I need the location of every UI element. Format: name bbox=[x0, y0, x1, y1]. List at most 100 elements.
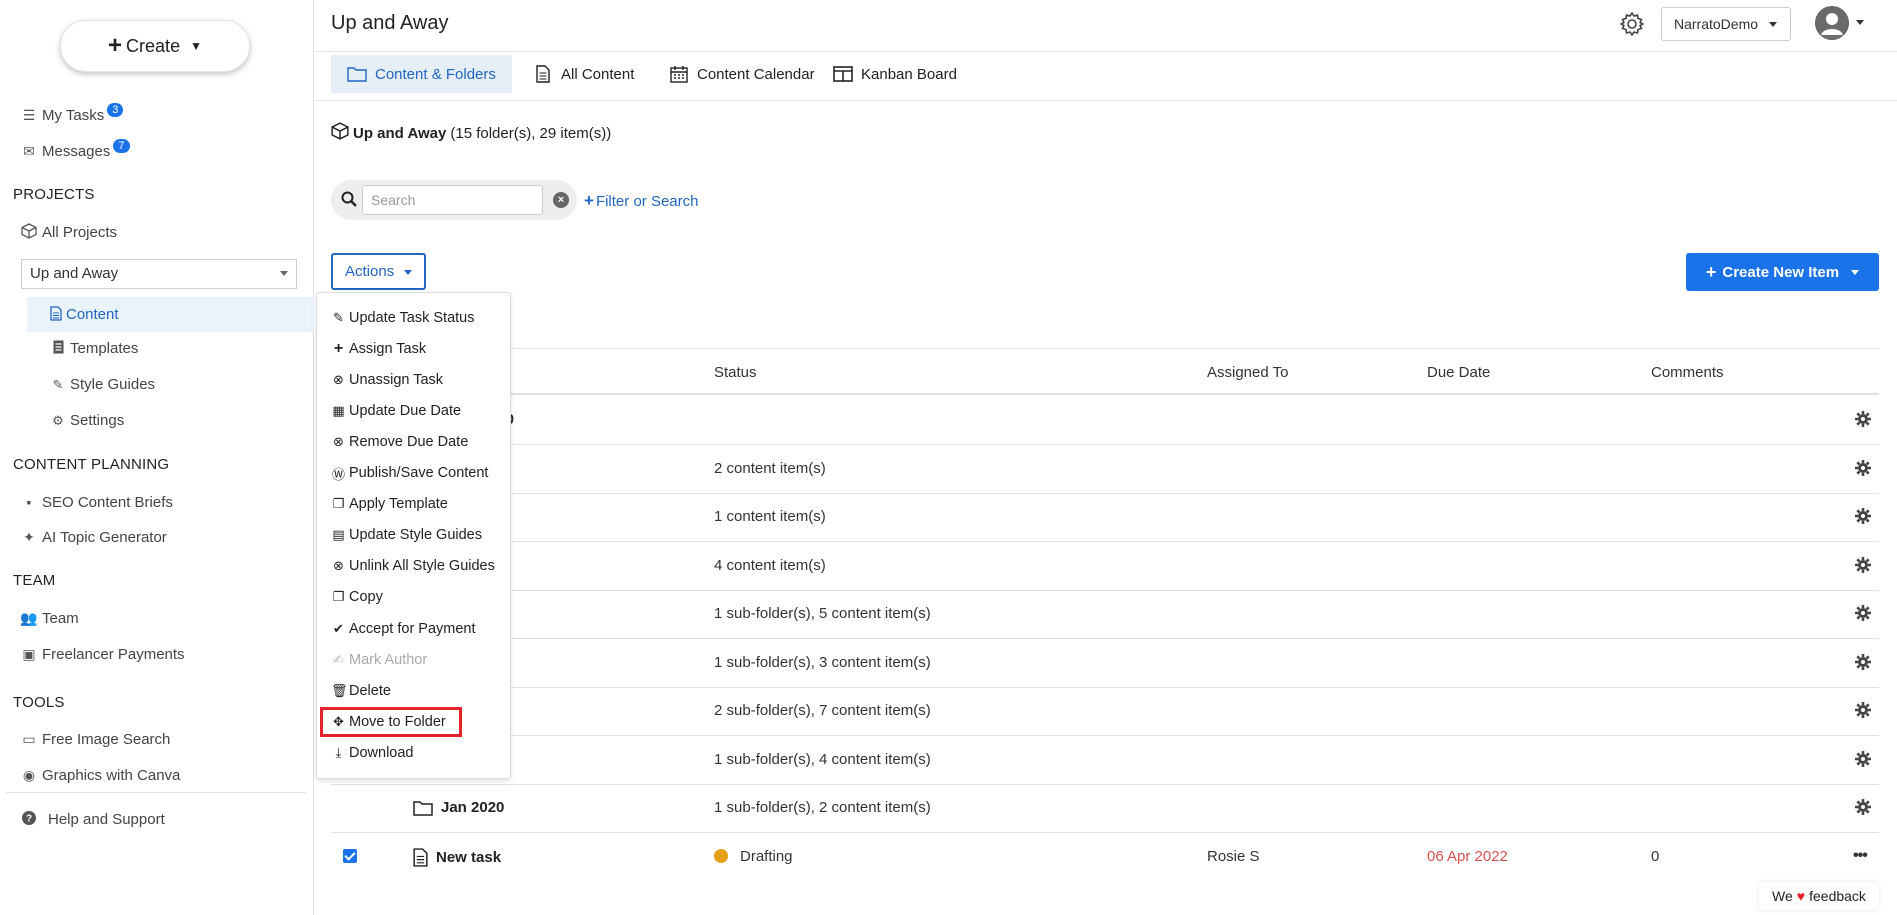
menu-item-publish-save[interactable]: Ⓦ Publish/Save Content bbox=[331, 463, 488, 483]
gear-icon[interactable] bbox=[1855, 799, 1871, 815]
menu-item-apply-template[interactable]: ❐ Apply Template bbox=[331, 494, 448, 514]
table-row[interactable]: 1 content item(s) bbox=[331, 493, 1879, 542]
menu-item-label: Mark Author bbox=[349, 652, 428, 668]
top-header: Up and Away NarratoDemo bbox=[315, 0, 1897, 52]
cube-icon bbox=[20, 222, 38, 242]
row-status: 1 sub-folder(s), 3 content item(s) bbox=[714, 654, 931, 671]
sidebar-item-templates[interactable]: Templates bbox=[50, 340, 138, 357]
column-assigned-to[interactable]: Assigned To bbox=[1207, 364, 1288, 381]
gear-icon[interactable] bbox=[1855, 751, 1871, 767]
sidebar-item-ai-topic[interactable]: ✦ AI Topic Generator bbox=[20, 526, 167, 548]
menu-item-accept-payment[interactable]: ✔ Accept for Payment bbox=[331, 619, 475, 639]
messages-label: Messages bbox=[42, 142, 111, 160]
calendar-icon: ▦ bbox=[332, 403, 345, 418]
menu-item-download[interactable]: ⤓ Download bbox=[331, 743, 414, 763]
table-row[interactable]: Jan 2020 1 sub-folder(s), 2 content item… bbox=[331, 784, 1879, 833]
table-row[interactable]: New task Drafting Rosie S 06 Apr 2022 0 … bbox=[331, 833, 1879, 882]
more-options-icon[interactable]: ••• bbox=[1853, 847, 1868, 865]
user-edit-icon: ✍ bbox=[333, 652, 344, 667]
table-row[interactable]: 1 sub-folder(s), 4 content item(s) bbox=[331, 736, 1879, 785]
menu-item-label: Apply Template bbox=[349, 496, 448, 512]
create-new-item-button[interactable]: + Create New Item bbox=[1686, 253, 1879, 291]
clear-search-icon[interactable]: × bbox=[553, 192, 569, 208]
gear-icon[interactable] bbox=[1855, 508, 1871, 524]
menu-item-label: Unassign Task bbox=[349, 372, 444, 388]
tab-content-calendar[interactable]: Content Calendar bbox=[653, 55, 831, 93]
avatar[interactable] bbox=[1815, 6, 1849, 40]
money-icon: ▣ bbox=[22, 645, 36, 662]
section-title-team: TEAM bbox=[13, 572, 56, 589]
sidebar-item-messages[interactable]: ✉ Messages 7 bbox=[20, 139, 130, 162]
menu-item-mark-author: ✍ Mark Author bbox=[331, 650, 427, 670]
sidebar-item-all-projects[interactable]: All Projects bbox=[20, 221, 117, 243]
menu-item-remove-due-date[interactable]: ⊗ Remove Due Date bbox=[331, 432, 468, 452]
search-bar: × bbox=[331, 180, 577, 220]
download-icon: ⤓ bbox=[335, 745, 342, 760]
filter-or-search-link[interactable]: + Filter or Search bbox=[584, 191, 698, 211]
table-row[interactable]: 2 content item(s) bbox=[331, 445, 1879, 494]
menu-item-label: Publish/Save Content bbox=[349, 465, 489, 481]
sidebar-item-freelancer-payments[interactable]: ▣ Freelancer Payments bbox=[20, 643, 184, 665]
gear-icon[interactable] bbox=[1855, 460, 1871, 476]
menu-item-update-task-status[interactable]: ✎ Update Task Status bbox=[331, 308, 474, 328]
caret-down-icon[interactable] bbox=[1856, 20, 1864, 25]
sidebar-item-graphics-canva[interactable]: ◉ Graphics with Canva bbox=[20, 764, 181, 786]
actions-button[interactable]: Actions bbox=[331, 253, 426, 290]
team-label: Team bbox=[42, 609, 79, 627]
table-row[interactable]: 020 bbox=[331, 396, 1879, 445]
gear-icon[interactable] bbox=[1855, 654, 1871, 670]
row-status: 2 sub-folder(s), 7 content item(s) bbox=[714, 702, 931, 719]
menu-item-assign-task[interactable]: + Assign Task bbox=[331, 339, 426, 359]
caret-down-icon: ▼ bbox=[190, 39, 202, 53]
project-select[interactable]: Up and Away bbox=[21, 259, 297, 289]
sidebar-item-my-tasks[interactable]: ☰ My Tasks 3 bbox=[20, 103, 124, 126]
menu-item-label: Download bbox=[349, 745, 414, 761]
account-name: NarratoDemo bbox=[1674, 16, 1759, 32]
menu-item-unlink-style-guides[interactable]: ⊗ Unlink All Style Guides bbox=[331, 556, 495, 576]
row-name-wrap[interactable]: New task bbox=[413, 848, 501, 867]
sidebar-item-team[interactable]: 👥 Team bbox=[20, 607, 79, 629]
caret-down-icon bbox=[280, 271, 288, 276]
column-due-date[interactable]: Due Date bbox=[1427, 364, 1490, 381]
sidebar-item-settings[interactable]: ⚙ Settings bbox=[50, 412, 124, 429]
table-row[interactable]: 4 content item(s) bbox=[331, 542, 1879, 591]
gear-icon[interactable] bbox=[1855, 702, 1871, 718]
menu-item-label: Update Style Guides bbox=[349, 527, 482, 543]
table-row[interactable]: 1 sub-folder(s), 5 content item(s) bbox=[331, 590, 1879, 639]
caret-down-icon bbox=[1851, 269, 1860, 275]
tab-content-folders[interactable]: Content & Folders bbox=[331, 55, 512, 93]
gear-icon[interactable] bbox=[1855, 411, 1871, 427]
column-status[interactable]: Status bbox=[714, 364, 757, 381]
row-status: 1 content item(s) bbox=[714, 508, 826, 525]
table-row[interactable]: 1 sub-folder(s), 3 content item(s) bbox=[331, 639, 1879, 688]
menu-item-label: Copy bbox=[349, 589, 383, 605]
search-input[interactable] bbox=[362, 185, 543, 215]
settings-gear-icon[interactable] bbox=[1618, 10, 1646, 38]
gear-icon[interactable] bbox=[1855, 605, 1871, 621]
menu-item-update-due-date[interactable]: ▦ Update Due Date bbox=[331, 401, 461, 421]
table-row[interactable]: 2 sub-folder(s), 7 content item(s) bbox=[331, 687, 1879, 736]
tab-all-content[interactable]: All Content bbox=[517, 55, 650, 93]
account-dropdown[interactable]: NarratoDemo bbox=[1661, 7, 1791, 41]
menu-item-update-style-guides[interactable]: ▤ Update Style Guides bbox=[331, 525, 482, 545]
svg-text:?: ? bbox=[26, 813, 32, 824]
menu-item-delete[interactable]: 🗑 Delete bbox=[331, 681, 391, 701]
row-checkbox[interactable] bbox=[343, 849, 357, 863]
help-label: Help and Support bbox=[48, 810, 165, 828]
feedback-button[interactable]: We ♥ feedback bbox=[1759, 882, 1879, 910]
column-comments[interactable]: Comments bbox=[1651, 364, 1724, 381]
all-projects-label: All Projects bbox=[42, 223, 118, 241]
gear-icon[interactable] bbox=[1855, 557, 1871, 573]
sidebar-item-style-guides[interactable]: ✎ Style Guides bbox=[50, 376, 156, 393]
row-name-wrap[interactable]: Jan 2020 bbox=[413, 799, 504, 816]
tab-kanban-board[interactable]: Kanban Board bbox=[817, 55, 973, 93]
sidebar-item-content[interactable]: Content bbox=[27, 297, 314, 332]
sidebar-item-help[interactable]: ? Help and Support bbox=[20, 808, 165, 830]
sidebar-item-free-image-search[interactable]: ▭ Free Image Search bbox=[20, 728, 170, 750]
summary-project-name: Up and Away bbox=[353, 124, 447, 142]
sidebar-item-seo-briefs[interactable]: ▪ SEO Content Briefs bbox=[20, 491, 173, 513]
create-button[interactable]: + Create ▼ bbox=[60, 20, 250, 72]
menu-item-copy[interactable]: ❐ Copy bbox=[331, 587, 383, 607]
folder-icon bbox=[347, 64, 367, 84]
menu-item-unassign-task[interactable]: ⊗ Unassign Task bbox=[331, 370, 443, 390]
